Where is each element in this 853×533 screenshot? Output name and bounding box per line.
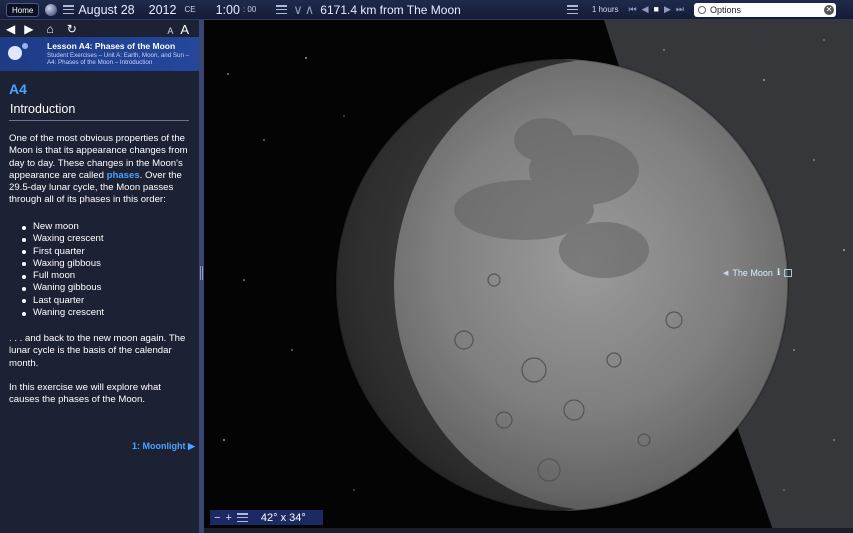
- lesson-sidebar: ◀ ▶ ⌂ ↻ A A Lesson A4: Phases of the Moo…: [0, 20, 199, 533]
- time-rate[interactable]: 1 hours: [592, 5, 619, 14]
- search-placeholder: Options: [710, 5, 742, 15]
- exercise-paragraph: In this exercise we will explore what ca…: [9, 382, 161, 406]
- moon-object-label[interactable]: ◀ The Moon ℹ: [723, 267, 793, 278]
- stop-icon[interactable]: ■: [654, 4, 659, 15]
- chevron-down-icon[interactable]: ∨: [293, 2, 303, 18]
- increase-font-button[interactable]: A: [180, 22, 189, 37]
- phase-list: New moon Waxing crescent First quarter W…: [22, 221, 104, 319]
- pointer-icon: ◀: [723, 269, 729, 277]
- location-menu-icon[interactable]: [276, 5, 288, 14]
- lesson-logo-dot-icon: [22, 43, 28, 49]
- info-icon[interactable]: ℹ: [777, 267, 780, 278]
- list-item: Waxing crescent: [22, 233, 104, 245]
- home-icon[interactable]: ⌂: [46, 22, 53, 36]
- list-item: Last quarter: [22, 295, 104, 307]
- font-size-controls: A A: [167, 22, 189, 37]
- list-item: Full moon: [22, 270, 104, 282]
- seconds-field[interactable]: : 00: [243, 5, 256, 14]
- lesson-header: Lesson A4: Phases of the Moon Student Ex…: [0, 37, 199, 71]
- back-icon[interactable]: ◀: [6, 22, 15, 36]
- intro-paragraph: One of the most obvious properties of th…: [9, 133, 194, 207]
- time-field[interactable]: 1:00: [216, 3, 240, 17]
- list-item: Waning crescent: [22, 307, 104, 319]
- next-page-link[interactable]: 1: Moonlight ▶: [132, 441, 195, 452]
- era-label: CE: [184, 5, 196, 14]
- rate-menu-icon[interactable]: [566, 5, 578, 14]
- year-field[interactable]: 2012: [149, 3, 177, 17]
- section-id: A4: [9, 81, 27, 97]
- forward-icon[interactable]: ▶: [24, 22, 33, 36]
- viewpoint-distance[interactable]: 6171.4 km from The Moon: [320, 3, 461, 17]
- play-icon[interactable]: ▶: [664, 4, 671, 15]
- date-menu-icon[interactable]: [63, 5, 75, 14]
- search-icon: [698, 6, 706, 14]
- globe-icon[interactable]: [45, 3, 58, 16]
- title-divider: [9, 120, 189, 121]
- clear-search-icon[interactable]: ✕: [824, 5, 834, 15]
- grip-icon: [200, 266, 203, 280]
- list-item: Waxing gibbous: [22, 258, 104, 270]
- refresh-icon[interactable]: ↻: [67, 22, 77, 36]
- date-field[interactable]: August 28: [78, 3, 134, 17]
- skip-forward-icon[interactable]: ⏭: [676, 4, 684, 15]
- view-menu-icon[interactable]: [236, 513, 248, 522]
- zoom-in-icon[interactable]: +: [225, 512, 231, 524]
- time-controls: ⏮ ◀ ■ ▶ ⏭: [629, 4, 685, 15]
- phases-link[interactable]: phases: [107, 170, 140, 181]
- page-title: Introduction: [10, 102, 76, 116]
- zoom-out-icon[interactable]: −: [214, 512, 220, 524]
- list-item: First quarter: [22, 246, 104, 258]
- breadcrumb[interactable]: Student Exercises – Unit A: Earth, Moon,…: [47, 52, 197, 66]
- field-of-view: 42° x 34°: [260, 511, 306, 524]
- fov-controls: − + 42° x 34°: [210, 510, 323, 525]
- cycle-paragraph: . . . and back to the new moon again. Th…: [9, 333, 186, 369]
- list-item: Waning gibbous: [22, 282, 104, 294]
- skip-back-icon[interactable]: ⏮: [629, 4, 637, 15]
- bottom-edge: [204, 528, 853, 533]
- home-button[interactable]: Home: [6, 2, 40, 17]
- reverse-icon[interactable]: ◀: [642, 4, 649, 15]
- object-name: The Moon: [732, 267, 773, 278]
- chevron-up-icon[interactable]: ∧: [305, 2, 315, 18]
- search-input[interactable]: Options ✕: [694, 3, 836, 17]
- list-item: New moon: [22, 221, 104, 233]
- track-checkbox[interactable]: [784, 268, 793, 277]
- decrease-font-button[interactable]: A: [167, 26, 173, 36]
- lesson-logo-icon: [8, 46, 22, 60]
- lesson-title: Lesson A4: Phases of the Moon: [47, 41, 176, 51]
